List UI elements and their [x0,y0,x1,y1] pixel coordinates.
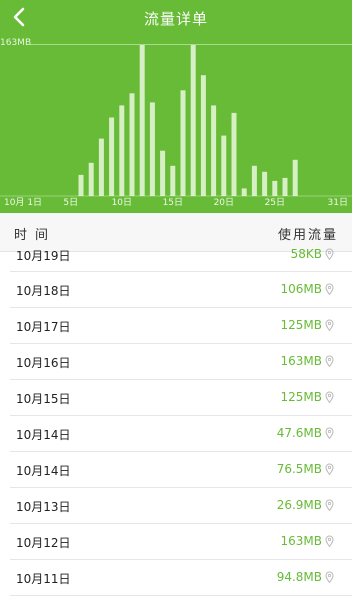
list-item-date: 10月16日 [16,356,71,370]
chart-bar [262,171,268,196]
chart-x-tick-label: 20日 [214,197,234,208]
list-item-usage: 163MB [280,534,323,548]
list-item[interactable]: 10月17日 125MB [10,308,352,344]
list-item-date: 10月14日 [16,464,71,478]
chart-x-tick-label: 10月 1日 [4,197,42,208]
list-item[interactable]: 10月14日 76.5MB [10,452,352,488]
list-item-usage: 26.9MB [276,498,322,512]
chart-bar [292,159,298,196]
list-item-date: 10月11日 [16,572,71,586]
list-item-date: 10月18日 [16,284,71,298]
location-pin-icon [325,499,334,511]
list-item-usage: 125MB [280,318,323,332]
chart-x-tick-label: 25日 [265,197,285,208]
list-item[interactable]: 10月16日 163MB [10,344,352,380]
chart-x-tick-label: 15日 [163,197,183,208]
list-item-date: 10月17日 [16,320,71,334]
chart-bar [119,105,125,196]
list-item-usage: 106MB [280,282,323,296]
chart-bar [180,90,186,196]
location-pin-icon [325,391,334,403]
chart-x-tick-label: 10日 [112,197,132,208]
chart-bar [109,117,115,196]
chart-x-tick-label: 31日 [328,197,348,208]
chart-bar [241,188,247,196]
chart-bar [139,45,145,196]
chart-bar [149,102,155,196]
chart-bar [221,135,227,196]
chart-bar [170,165,176,196]
list-item[interactable]: 10月15日 125MB [10,380,352,416]
list-item-usage: 58KB [290,247,322,261]
list-item[interactable]: 10月12日 163MB [10,524,352,560]
chart-bar [190,45,196,196]
chart-bar [231,112,237,196]
usage-list: 10月19日 58KB 10月18日 106MB 10月17日 125MB 10… [0,247,352,596]
usage-bar-chart: 10月 1日 5日 10日 15日 20日 25日 31日 [0,45,352,208]
chart-bar [160,150,166,196]
chart-x-tick-label: 5日 [63,197,78,208]
chart-bar [272,180,278,196]
location-pin-icon [325,535,334,547]
location-pin-icon [325,248,334,260]
location-pin-icon [325,427,334,439]
chart-bar [200,75,206,196]
list-item-usage: 76.5MB [276,462,322,476]
list-item-date: 10月19日 [16,249,71,263]
chart-bar [98,138,104,196]
list-item-date: 10月12日 [16,536,71,550]
location-pin-icon [325,283,334,295]
chart-bar [129,93,135,196]
chart-bar [211,105,217,196]
list-item[interactable]: 10月19日 58KB [10,247,352,272]
list-item-usage: 94.8MB [276,570,322,584]
list-item-date: 10月15日 [16,392,71,406]
location-pin-icon [325,355,334,367]
list-item[interactable]: 10月14日 47.6MB [10,416,352,452]
column-usage-label: 使用流量 [277,228,338,243]
chart-bar [251,165,257,196]
location-pin-icon [325,463,334,475]
chart-bar [78,174,84,196]
list-item[interactable]: 10月11日 94.8MB [10,560,352,596]
chart-header: 流量详单 163MB 10月 1日 5日 10日 15日 20日 25日 31日 [0,0,352,213]
list-item-date: 10月13日 [16,500,71,514]
list-item-usage: 163MB [280,354,323,368]
list-item[interactable]: 10月18日 106MB [10,272,352,308]
list-item[interactable]: 10月13日 26.9MB [10,488,352,524]
location-pin-icon [325,571,334,583]
chart-bar [88,162,94,196]
column-time-label: 时间 [14,228,57,243]
list-item-usage: 47.6MB [276,426,322,440]
location-pin-icon [325,319,334,331]
chart-bar [282,177,288,196]
list-item-usage: 125MB [280,390,323,404]
list-item-date: 10月14日 [16,428,71,442]
